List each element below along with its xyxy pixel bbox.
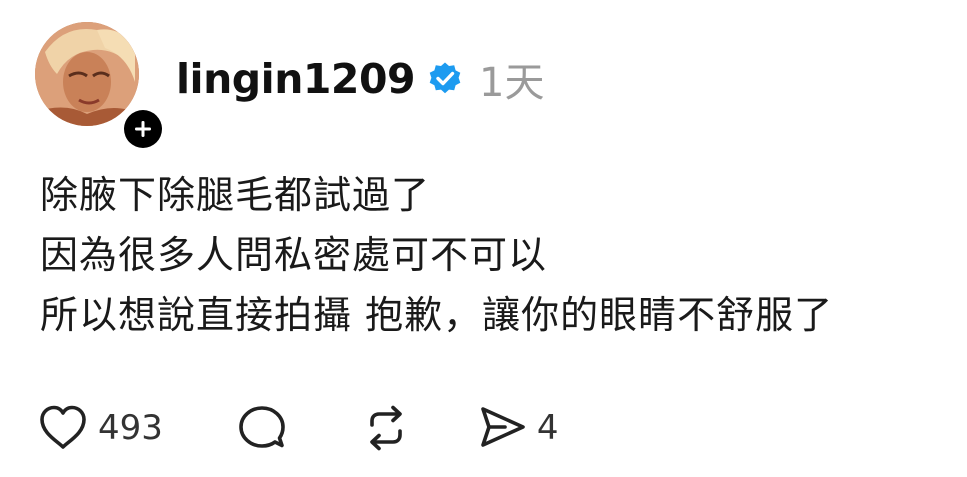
verified-badge-icon: [427, 61, 463, 97]
comment-button[interactable]: [235, 398, 289, 458]
repost-button[interactable]: [359, 398, 413, 458]
send-icon: [481, 407, 525, 447]
follow-button[interactable]: [120, 106, 166, 152]
post-text-line: 因為很多人問私密處可不可以: [40, 233, 548, 277]
action-bar: 493 4: [36, 398, 559, 458]
repost-icon: [370, 405, 402, 451]
post-header: lingin1209 1天: [176, 50, 544, 108]
comment-icon: [239, 406, 285, 448]
avatar-photo: [35, 22, 139, 126]
like-count: 493: [98, 408, 163, 448]
username-link[interactable]: lingin1209: [176, 55, 416, 103]
share-count: 4: [536, 408, 559, 448]
thread-post: lingin1209 1天 除腋下除腿毛都試過了 因為很多人問私密處可不可以 所…: [0, 0, 967, 477]
avatar-container[interactable]: [35, 22, 166, 152]
like-button[interactable]: 493: [36, 398, 163, 458]
post-text-line: 除腋下除腿毛都試過了: [40, 173, 431, 217]
avatar[interactable]: [35, 22, 139, 126]
heart-icon: [40, 405, 86, 449]
post-timestamp[interactable]: 1天: [479, 50, 544, 108]
share-button[interactable]: 4: [475, 398, 559, 458]
post-text-line: 所以想說直接拍攝 抱歉，讓你的眼睛不舒服了: [40, 293, 834, 337]
plus-icon: [135, 121, 151, 137]
post-body: 除腋下除腿毛都試過了 因為很多人問私密處可不可以 所以想說直接拍攝 抱歉，讓你的…: [40, 165, 950, 345]
